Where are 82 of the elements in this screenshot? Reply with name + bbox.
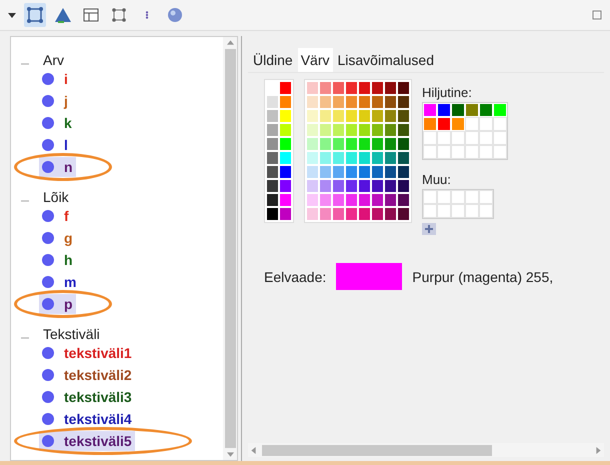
scroll-down-icon[interactable] xyxy=(226,452,234,457)
recent-color-swatch[interactable] xyxy=(424,118,436,130)
recent-color-swatch[interactable] xyxy=(424,104,436,116)
recent-colors-label: Hiljutine: xyxy=(422,85,472,100)
recent-color-swatch[interactable] xyxy=(466,104,478,116)
tree-item[interactable]: tekstiväli5 xyxy=(39,431,135,451)
visibility-dot-icon[interactable] xyxy=(42,391,54,403)
caret-icon[interactable] xyxy=(8,12,16,18)
visibility-dot-icon[interactable] xyxy=(42,117,54,129)
object-label: k xyxy=(64,115,72,131)
tree-item[interactable]: tekstiväli2 xyxy=(39,365,135,385)
recent-color-swatch[interactable] xyxy=(494,104,506,116)
visibility-dot-icon[interactable] xyxy=(42,210,54,222)
visibility-dot-icon[interactable] xyxy=(42,139,54,151)
tree-item[interactable]: f xyxy=(39,206,72,226)
object-label: tekstiväli4 xyxy=(64,411,132,427)
tree-item[interactable]: j xyxy=(39,91,71,111)
recent-color-swatch[interactable] xyxy=(452,104,464,116)
tab[interactable]: Üldine xyxy=(250,48,296,72)
object-label: tekstiväli1 xyxy=(64,345,132,361)
tree-item[interactable]: l xyxy=(39,135,71,155)
tree-item[interactable]: tekstiväli3 xyxy=(39,387,135,407)
visibility-dot-icon[interactable] xyxy=(42,369,54,381)
color-description: Purpur (magenta) 255, xyxy=(412,268,554,284)
tree-item[interactable]: k xyxy=(39,113,75,133)
object-label: i xyxy=(64,71,68,87)
visibility-dot-icon[interactable] xyxy=(42,161,54,173)
object-label: tekstiväli2 xyxy=(64,367,132,383)
recent-color-swatch[interactable] xyxy=(438,104,450,116)
tab[interactable]: Värv xyxy=(298,48,332,72)
visibility-dot-icon[interactable] xyxy=(42,73,54,85)
panel-icon[interactable] xyxy=(592,10,602,20)
horizontal-scrollbar[interactable] xyxy=(248,443,604,457)
object-label: m xyxy=(64,274,76,290)
color-palette-drawing[interactable] xyxy=(304,79,412,223)
object-label: f xyxy=(64,208,69,224)
tab[interactable]: Lisavõimalused xyxy=(334,48,437,72)
custom-colors-label: Muu: xyxy=(422,172,451,187)
group-label[interactable]: Lõik xyxy=(43,189,69,205)
tree-item[interactable]: tekstiväli4 xyxy=(39,409,135,429)
object-label: p xyxy=(64,296,73,312)
square-select-icon xyxy=(26,6,44,24)
object-label: j xyxy=(64,93,68,109)
object-label: tekstiväli3 xyxy=(64,389,132,405)
tree-item[interactable]: tekstiväli1 xyxy=(39,343,135,363)
scroll-up-icon[interactable] xyxy=(226,40,234,45)
object-label: g xyxy=(64,230,73,246)
visibility-dot-icon[interactable] xyxy=(42,413,54,425)
group-label[interactable]: Arv xyxy=(43,52,64,68)
visibility-dot-icon[interactable] xyxy=(42,298,54,310)
tree-item[interactable]: g xyxy=(39,228,76,248)
table-icon xyxy=(82,6,100,24)
visibility-dot-icon[interactable] xyxy=(42,276,54,288)
square-points-icon xyxy=(110,6,128,24)
scroll-left-icon[interactable] xyxy=(251,446,256,454)
sphere-icon xyxy=(166,6,184,24)
scroll-right-icon[interactable] xyxy=(596,446,601,454)
custom-color-grid[interactable] xyxy=(422,189,494,219)
object-label: h xyxy=(64,252,73,268)
object-label: n xyxy=(64,159,73,175)
visibility-dot-icon[interactable] xyxy=(42,95,54,107)
group-label[interactable]: Tekstiväli xyxy=(43,326,100,342)
preview-label: Eelvaade: xyxy=(264,268,326,284)
visibility-dot-icon[interactable] xyxy=(42,347,54,359)
color-palette-drawing[interactable] xyxy=(264,79,294,223)
recent-color-swatch[interactable] xyxy=(452,118,464,130)
tree-item[interactable]: h xyxy=(39,250,76,270)
recent-color-swatch[interactable] xyxy=(480,104,492,116)
add-icon[interactable] xyxy=(422,223,436,235)
square-tool-button[interactable] xyxy=(24,3,46,27)
tree-item[interactable]: n xyxy=(39,157,76,177)
tree-item[interactable]: m xyxy=(39,272,80,292)
visibility-dot-icon[interactable] xyxy=(42,254,54,266)
tree-item[interactable]: p xyxy=(39,294,76,314)
object-label: l xyxy=(64,137,68,153)
recent-color-swatch[interactable] xyxy=(438,118,450,130)
tree-item[interactable]: i xyxy=(39,69,71,89)
object-label: tekstiväli5 xyxy=(64,433,132,449)
triangle-icon xyxy=(54,6,72,24)
visibility-dot-icon[interactable] xyxy=(42,232,54,244)
vertical-scrollbar[interactable] xyxy=(223,37,237,460)
visibility-dot-icon[interactable] xyxy=(42,435,54,447)
